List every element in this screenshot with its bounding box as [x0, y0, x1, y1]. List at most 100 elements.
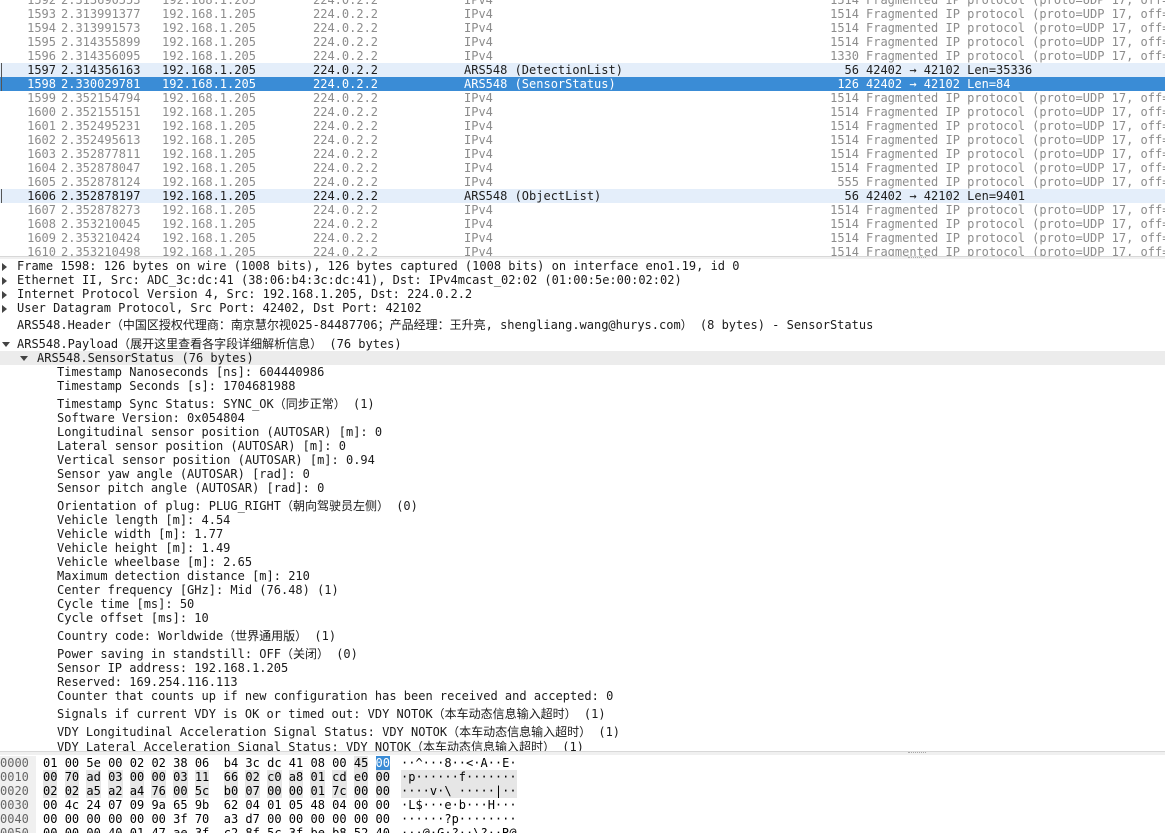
- hex-dump-row[interactable]: 0020 02 02 a5 a2 a4 76 00 5c b0 07 00 00 …: [0, 784, 1165, 798]
- hex-byte[interactable]: 02: [64, 784, 80, 798]
- expand-arrow-icon[interactable]: [2, 291, 7, 299]
- hex-byte[interactable]: a4: [129, 784, 145, 798]
- ascii-text[interactable]: ······?p········: [401, 812, 517, 826]
- detail-tree-item[interactable]: Lateral sensor position (AUTOSAR) [m]: 0: [0, 439, 1165, 453]
- hex-byte[interactable]: 3c: [245, 756, 259, 770]
- hex-byte[interactable]: 00: [43, 798, 57, 812]
- hex-byte[interactable]: 76: [151, 784, 166, 798]
- hex-byte[interactable]: 8f: [245, 826, 259, 833]
- hex-byte[interactable]: 00: [267, 812, 281, 826]
- hex-byte[interactable]: 4c: [65, 798, 79, 812]
- collapse-arrow-icon[interactable]: [2, 342, 10, 347]
- detail-tree-item[interactable]: ARS548.SensorStatus (76 bytes): [0, 351, 1165, 365]
- hex-byte[interactable]: be: [310, 826, 324, 833]
- detail-tree-item[interactable]: Internet Protocol Version 4, Src: 192.16…: [0, 287, 1165, 301]
- hex-byte[interactable]: 9b: [195, 798, 209, 812]
- detail-tree-item[interactable]: Maximum detection distance [m]: 210: [0, 569, 1165, 583]
- splitter-grip[interactable]: [908, 752, 926, 755]
- packet-row[interactable]: 1597 2.314356163 192.168.1.205 224.0.2.2 ARS…: [0, 63, 1165, 77]
- detail-tree-item[interactable]: Ethernet II, Src: ADC_3c:dc:41 (38:06:b4…: [0, 273, 1165, 287]
- hex-bytes[interactable]: 02 02 a5 a2 a4 76 00 5c b0 07 00 00 01 7…: [43, 784, 390, 798]
- hex-byte[interactable]: 01: [43, 756, 57, 770]
- packet-row[interactable]: 1595 2.314355899 192.168.1.205 224.0.2.2 IPv…: [0, 35, 1165, 49]
- detail-tree-item[interactable]: VDY Longitudinal Acceleration Signal Sta…: [0, 725, 1165, 739]
- hex-byte[interactable]: 5c: [267, 826, 281, 833]
- hex-byte[interactable]: 01: [267, 798, 281, 812]
- hex-byte[interactable]: 5e: [86, 756, 100, 770]
- detail-tree-item[interactable]: Vehicle length [m]: 4.54: [0, 513, 1165, 527]
- hex-byte[interactable]: c0: [267, 770, 282, 784]
- expand-arrow-icon[interactable]: [2, 305, 7, 313]
- packet-row[interactable]: 1602 2.352495613 192.168.1.205 224.0.2.2 IPv…: [0, 133, 1165, 147]
- hex-byte[interactable]: 00: [289, 812, 303, 826]
- hex-byte[interactable]: 00: [43, 770, 58, 784]
- hex-byte[interactable]: 00: [353, 784, 369, 798]
- hex-byte[interactable]: 01: [310, 784, 325, 798]
- hex-byte[interactable]: b8: [332, 826, 346, 833]
- hex-byte[interactable]: ad: [86, 770, 101, 784]
- hex-byte[interactable]: 02: [151, 756, 165, 770]
- hex-byte[interactable]: 3f: [195, 826, 209, 833]
- hex-byte[interactable]: 11: [194, 770, 210, 784]
- hex-byte[interactable]: 00: [151, 812, 165, 826]
- hex-byte[interactable]: 00: [43, 826, 57, 833]
- hex-byte[interactable]: 65: [173, 798, 187, 812]
- detail-tree-item[interactable]: Sensor IP address: 192.168.1.205: [0, 661, 1165, 675]
- detail-tree-item[interactable]: Center frequency [GHz]: Mid (76.48) (1): [0, 583, 1165, 597]
- hex-bytes[interactable]: 00 70 ad 03 00 00 03 11 66 02 c0 a8 01 c…: [43, 770, 390, 784]
- hex-byte[interactable]: 00: [375, 770, 390, 784]
- expand-arrow-icon[interactable]: [2, 263, 7, 271]
- hex-byte[interactable]: 03: [173, 770, 188, 784]
- packet-row[interactable]: 1598 2.330029781 192.168.1.205 224.0.2.2 ARS…: [0, 77, 1165, 91]
- detail-tree-item[interactable]: ARS548.Payload（展开这里查看各字段详细解析信息） (76 byte…: [0, 337, 1165, 351]
- packet-row[interactable]: 1601 2.352495231 192.168.1.205 224.0.2.2 IPv…: [0, 119, 1165, 133]
- packet-row[interactable]: 1608 2.353210045 192.168.1.205 224.0.2.2 IPv…: [0, 217, 1165, 231]
- hex-byte[interactable]: 00: [332, 812, 346, 826]
- packet-row[interactable]: 1592 2.313690553 192.168.1.205 224.0.2.2 IPv…: [0, 0, 1165, 7]
- detail-tree-item[interactable]: Cycle time [ms]: 50: [0, 597, 1165, 611]
- hex-byte[interactable]: 40: [108, 826, 122, 833]
- detail-tree-item[interactable]: Reserved: 169.254.116.113: [0, 675, 1165, 689]
- hex-byte[interactable]: 00: [43, 812, 57, 826]
- hex-byte[interactable]: 00: [108, 756, 122, 770]
- hex-byte[interactable]: 66: [223, 770, 239, 784]
- hex-byte[interactable]: 00: [86, 812, 100, 826]
- ascii-text[interactable]: ····v·\ ·····|··: [401, 784, 517, 798]
- pane-splitter-bottom[interactable]: [0, 751, 1165, 755]
- hex-byte[interactable]: 00: [288, 784, 304, 798]
- packet-row[interactable]: 1607 2.352878273 192.168.1.205 224.0.2.2 IPv…: [0, 203, 1165, 217]
- detail-tree-item[interactable]: Timestamp Seconds [s]: 1704681988: [0, 379, 1165, 393]
- hex-byte[interactable]: 07: [108, 798, 122, 812]
- hex-byte[interactable]: 00: [354, 812, 368, 826]
- packet-row[interactable]: 1609 2.353210424 192.168.1.205 224.0.2.2 IPv…: [0, 231, 1165, 245]
- hex-byte[interactable]: 24: [86, 798, 100, 812]
- hex-byte[interactable]: 03: [108, 770, 123, 784]
- hex-byte[interactable]: 00: [173, 784, 188, 798]
- hex-byte[interactable]: 00: [108, 812, 122, 826]
- detail-tree-item[interactable]: Frame 1598: 126 bytes on wire (1008 bits…: [0, 259, 1165, 273]
- packet-row[interactable]: 1596 2.314356095 192.168.1.205 224.0.2.2 IPv…: [0, 49, 1165, 63]
- detail-tree-item[interactable]: VDY Lateral Acceleration Signal Status: …: [0, 740, 1165, 751]
- hex-byte[interactable]: 09: [130, 798, 144, 812]
- packet-row[interactable]: 1604 2.352878047 192.168.1.205 224.0.2.2 IPv…: [0, 161, 1165, 175]
- packet-list[interactable]: 1592 2.313690553 192.168.1.205 224.0.2.2 IPv…: [0, 0, 1165, 256]
- hex-byte[interactable]: 02: [130, 756, 144, 770]
- detail-tree-item[interactable]: Counter that counts up if new configurat…: [0, 689, 1165, 703]
- hex-dump-row[interactable]: 0010 00 70 ad 03 00 00 03 11 66 02 c0 a8 …: [0, 770, 1165, 784]
- detail-tree-item[interactable]: Timestamp Nanoseconds [ns]: 604440986: [0, 365, 1165, 379]
- hex-byte[interactable]: 01: [130, 826, 144, 833]
- hex-byte[interactable]: 04: [245, 798, 259, 812]
- hex-byte[interactable]: 62: [224, 798, 238, 812]
- hex-byte[interactable]: 00: [376, 798, 390, 812]
- packet-row[interactable]: 1599 2.352154794 192.168.1.205 224.0.2.2 IPv…: [0, 91, 1165, 105]
- hex-dump-row[interactable]: 0040 00 00 00 00 00 00 3f 70 a3 d7 00 00 …: [0, 812, 1165, 826]
- hex-byte[interactable]: b0: [223, 784, 239, 798]
- hex-byte[interactable]: 08: [310, 756, 324, 770]
- collapse-arrow-icon[interactable]: [20, 356, 28, 361]
- hex-byte[interactable]: 7c: [332, 784, 347, 798]
- hex-byte[interactable]: 05: [289, 798, 303, 812]
- hex-byte[interactable]: 00: [65, 826, 79, 833]
- hex-byte[interactable]: 45: [353, 756, 369, 770]
- packet-row[interactable]: 1610 2.353210498 192.168.1.205 224.0.2.2 IPv…: [0, 245, 1165, 256]
- hex-bytes[interactable]: 01 00 5e 00 02 02 38 06 b4 3c dc 41 08 0…: [43, 756, 390, 770]
